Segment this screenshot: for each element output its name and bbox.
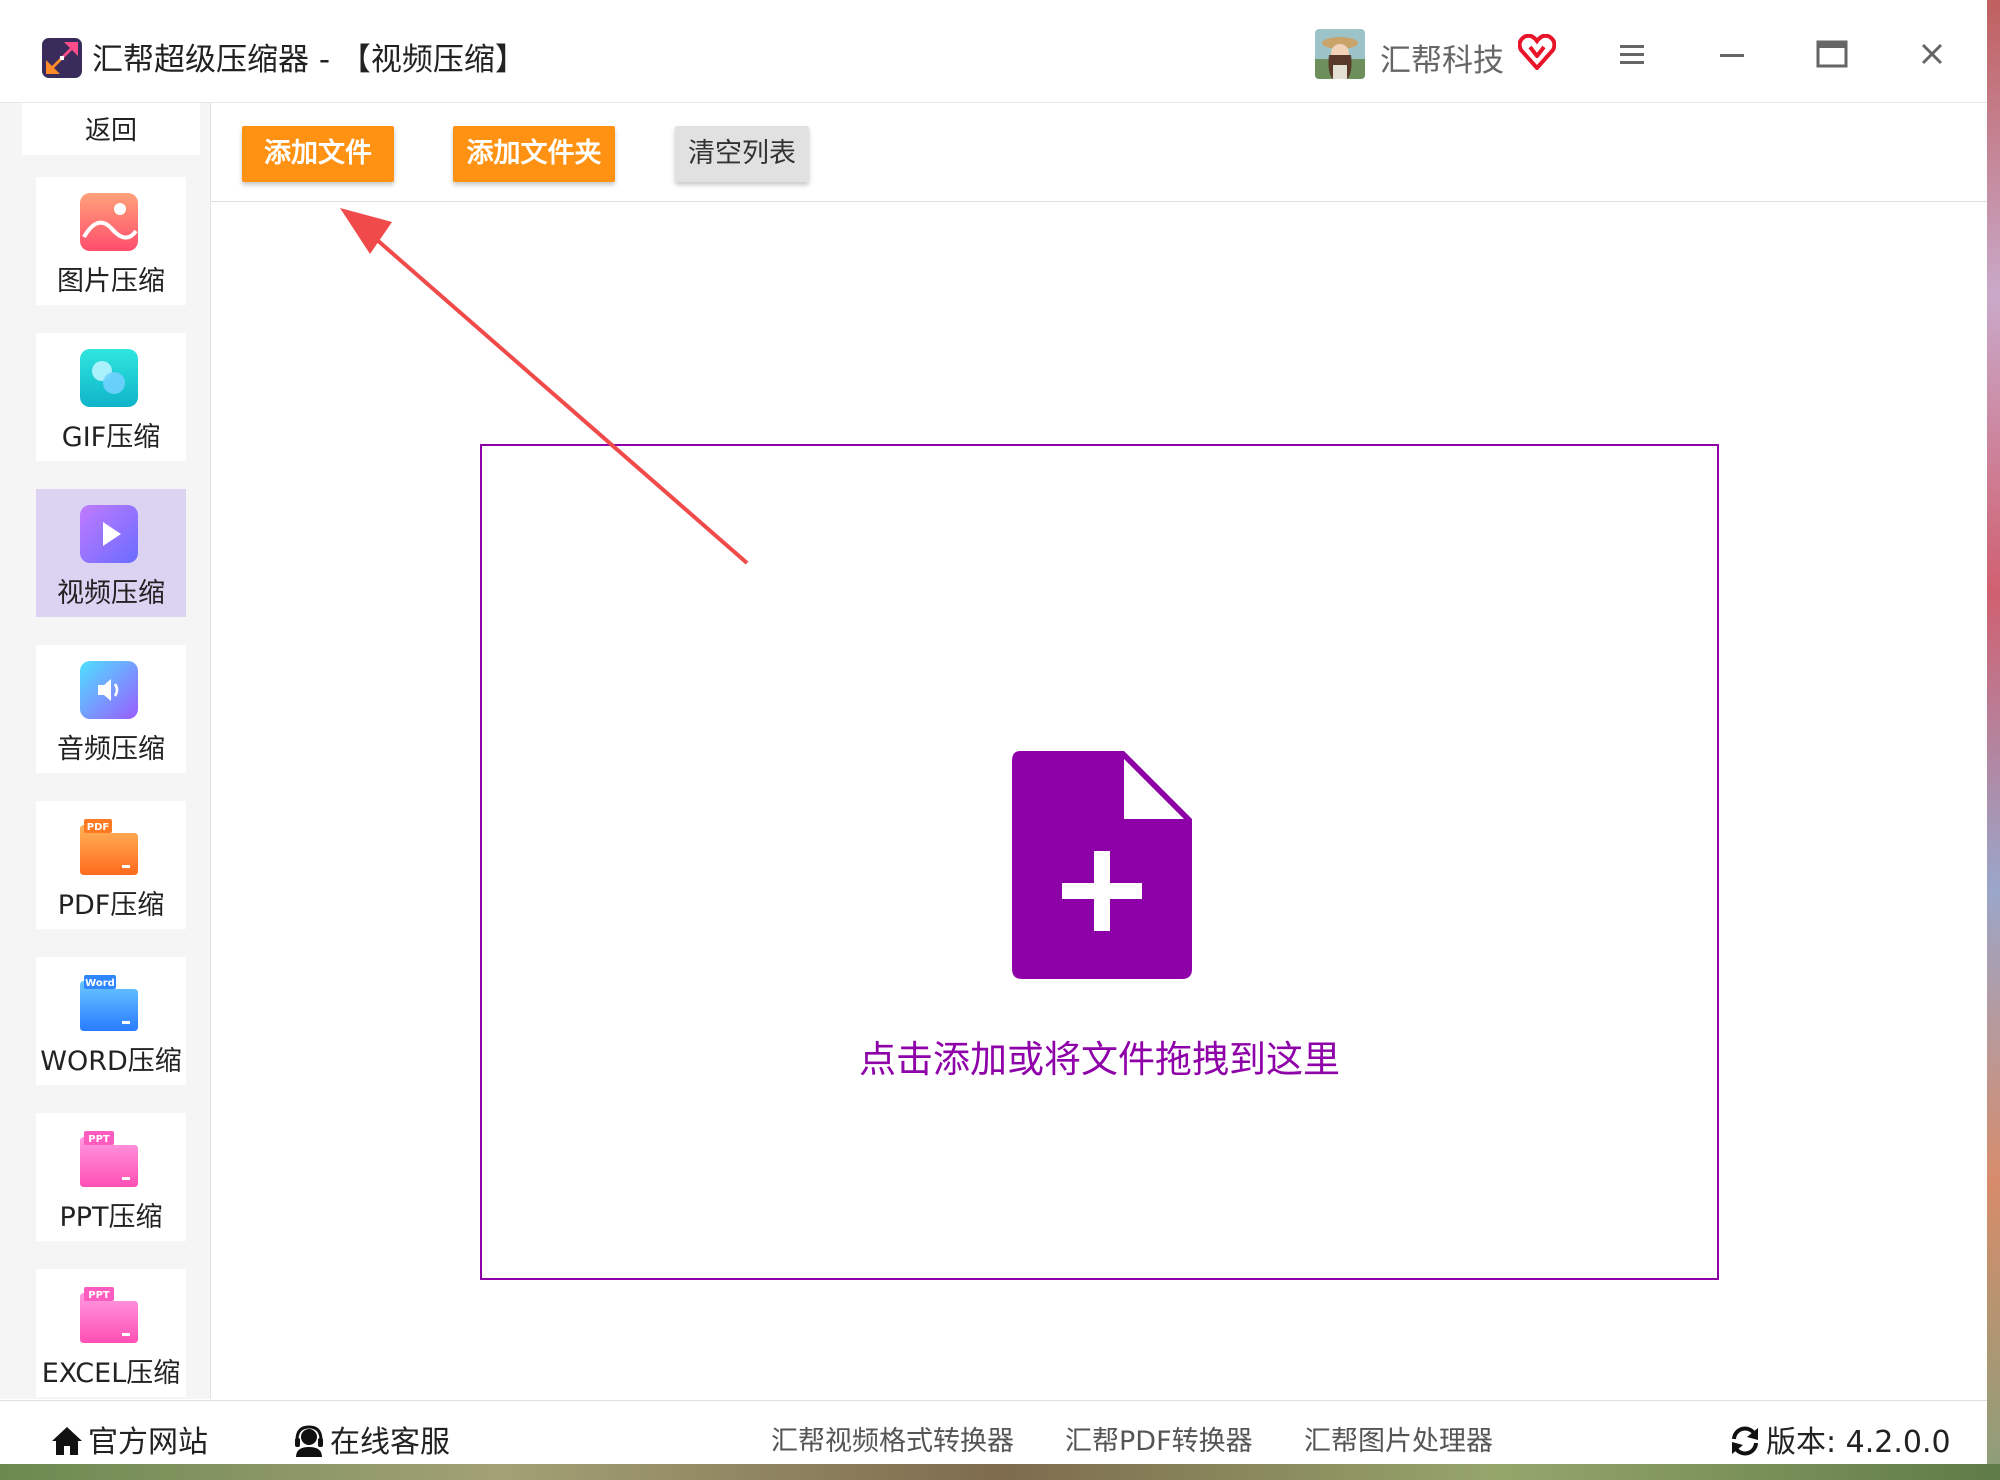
sidebar-item-label: GIF压缩	[61, 422, 161, 453]
compress-arrows-icon	[42, 38, 82, 78]
user-avatar[interactable]	[1315, 29, 1365, 79]
official-website-link[interactable]: 官方网站	[50, 1417, 208, 1461]
home-icon	[52, 1427, 82, 1455]
gif-icon	[80, 349, 138, 407]
file-drop-zone[interactable]: 点击添加或将文件拖拽到这里	[480, 444, 1719, 1280]
footer: 官方网站 在线客服 汇帮视频格式转换器 汇帮PDF转换器 汇帮图片处理器 版本:…	[0, 1400, 1987, 1464]
svg-text:PPT: PPT	[88, 1134, 110, 1145]
pdf-converter-link[interactable]: 汇帮PDF转换器	[1065, 1419, 1253, 1458]
svg-text:Word: Word	[85, 978, 115, 989]
video-converter-link[interactable]: 汇帮视频格式转换器	[771, 1419, 1014, 1458]
version-info[interactable]: 版本: 4.2.0.0	[1728, 1417, 1951, 1461]
sidebar: 返回 图片压缩 GIF压缩 视频压缩 音频压缩 PDF PDF压缩 Word W…	[0, 103, 211, 1399]
hamburger-menu-icon[interactable]	[1614, 36, 1650, 72]
sidebar-item-pdf[interactable]: PDF PDF压缩	[36, 801, 186, 929]
file-add-icon	[1012, 751, 1192, 979]
sidebar-item-audio[interactable]: 音频压缩	[36, 645, 186, 773]
online-support-link[interactable]: 在线客服	[292, 1417, 450, 1461]
refresh-icon	[1732, 1426, 1758, 1456]
drop-zone-hint: 点击添加或将文件拖拽到这里	[859, 1038, 1340, 1081]
minimize-icon[interactable]	[1714, 36, 1750, 72]
clear-list-button[interactable]: 清空列表	[675, 126, 809, 182]
desktop-background-bottom	[0, 1464, 2000, 1480]
toolbar: 添加文件 添加文件夹 清空列表	[211, 103, 1987, 202]
pdf-folder-icon: PDF	[80, 819, 138, 875]
add-file-button[interactable]: 添加文件	[242, 126, 394, 182]
sidebar-item-video[interactable]: 视频压缩	[36, 489, 186, 617]
ppt-folder-icon: PPT	[80, 1131, 138, 1187]
app-window: 汇帮超级压缩器 - 【视频压缩】 汇帮科技 返回 图片压缩 GIF压缩 视频压缩…	[0, 0, 1987, 1464]
audio-speaker-icon	[80, 661, 138, 719]
video-play-icon	[80, 505, 138, 563]
sidebar-item-ppt[interactable]: PPT PPT压缩	[36, 1113, 186, 1241]
sidebar-item-label: WORD压缩	[40, 1046, 182, 1077]
sidebar-item-label: EXCEL压缩	[41, 1358, 181, 1389]
version-label: 版本: 4.2.0.0	[1766, 1425, 1951, 1460]
user-name[interactable]: 汇帮科技	[1380, 35, 1504, 80]
close-icon[interactable]	[1914, 36, 1950, 72]
online-support-label: 在线客服	[330, 1425, 450, 1460]
sidebar-item-word[interactable]: Word WORD压缩	[36, 957, 186, 1085]
vip-heart-icon[interactable]	[1518, 34, 1556, 70]
title-bar: 汇帮超级压缩器 - 【视频压缩】 汇帮科技	[0, 0, 1987, 103]
image-processor-link[interactable]: 汇帮图片处理器	[1304, 1419, 1493, 1458]
sidebar-item-label: 音频压缩	[57, 734, 165, 765]
sidebar-item-label: 视频压缩	[57, 578, 165, 609]
svg-text:PPT: PPT	[88, 1290, 110, 1301]
avatar-image	[1315, 29, 1365, 79]
sidebar-item-label: PPT压缩	[59, 1202, 163, 1233]
back-button[interactable]: 返回	[22, 103, 200, 155]
official-website-label: 官方网站	[88, 1425, 208, 1460]
headset-icon	[295, 1425, 323, 1457]
svg-text:PDF: PDF	[87, 822, 109, 833]
sidebar-item-image[interactable]: 图片压缩	[36, 177, 186, 305]
annotation-arrow-head	[340, 208, 392, 254]
maximize-icon[interactable]	[1814, 36, 1850, 72]
image-icon	[80, 193, 138, 251]
add-folder-button[interactable]: 添加文件夹	[453, 126, 615, 182]
desktop-background-edge	[1987, 0, 2000, 1480]
sidebar-item-excel[interactable]: PPT EXCEL压缩	[36, 1269, 186, 1397]
word-folder-icon: Word	[80, 975, 138, 1031]
excel-folder-icon: PPT	[80, 1287, 138, 1343]
sidebar-item-label: PDF压缩	[57, 890, 165, 921]
sidebar-item-gif[interactable]: GIF压缩	[36, 333, 186, 461]
app-title: 汇帮超级压缩器 - 【视频压缩】	[92, 42, 526, 78]
sidebar-item-label: 图片压缩	[57, 266, 165, 297]
